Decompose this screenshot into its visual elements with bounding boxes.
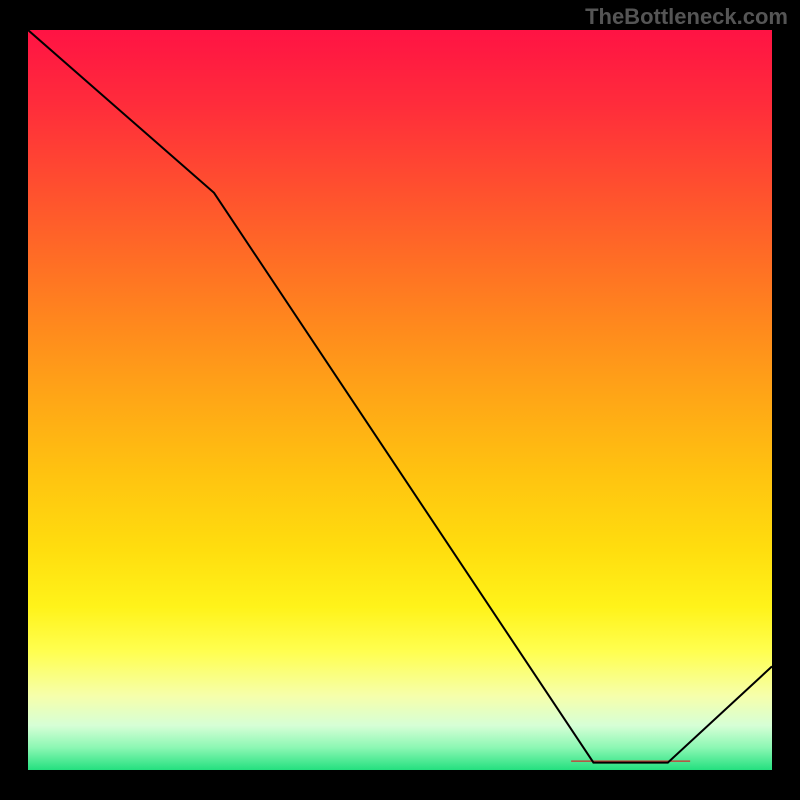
chart-plot-area <box>28 30 772 770</box>
watermark-text: TheBottleneck.com <box>585 4 788 30</box>
chart-svg <box>28 30 772 770</box>
chart-background <box>28 30 772 770</box>
